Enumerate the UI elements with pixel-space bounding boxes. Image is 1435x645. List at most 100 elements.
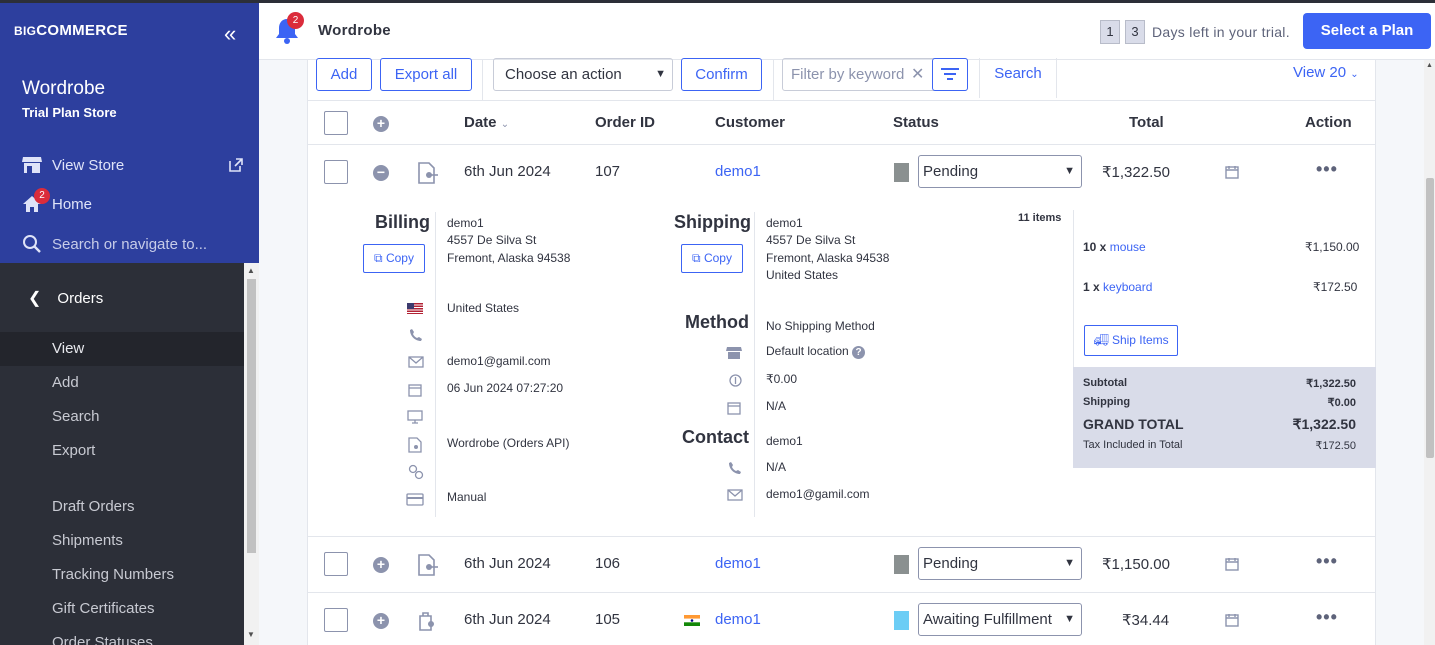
order-details-panel: Billing ⧉ Copy demo1 4557 De Silva St Fr… <box>308 200 1376 537</box>
bigcommerce-logo[interactable]: BIGCOMMERCE <box>14 22 128 39</box>
contact-phone: N/A <box>766 460 787 474</box>
main-scroll-thumb[interactable] <box>1426 178 1434 458</box>
details-divider <box>435 212 436 517</box>
sidebar-item-add[interactable]: Add <box>0 366 244 400</box>
sidebar-item-draft-orders[interactable]: Draft Orders <box>0 490 244 524</box>
table-header-row: + Date ⌄ Order ID Customer Status Total … <box>308 101 1375 145</box>
scroll-down-arrow-icon[interactable]: ▼ <box>247 630 255 639</box>
external-link-icon[interactable] <box>229 158 243 172</box>
filter-keyword-input[interactable]: Filter by keyword ✕ <box>782 58 968 91</box>
contact-email-link[interactable]: demo1@gamil.com <box>766 486 870 503</box>
copy-shipping-button[interactable]: ⧉ Copy <box>681 244 743 273</box>
sidebar-scroll-thumb[interactable] <box>247 279 256 553</box>
expand-row-icon[interactable]: + <box>373 613 389 629</box>
select-plan-button[interactable]: Select a Plan <box>1303 13 1431 49</box>
line-item: 10 x mouse <box>1083 240 1146 254</box>
clear-icon[interactable]: ✕ <box>911 59 924 90</box>
customer-link[interactable]: demo1 <box>715 163 761 180</box>
product-link[interactable]: mouse <box>1110 240 1146 254</box>
customer-link[interactable]: demo1 <box>715 611 761 628</box>
row-checkbox[interactable] <box>324 160 348 184</box>
contact-heading: Contact <box>682 427 749 447</box>
calendar-icon[interactable] <box>1225 557 1239 571</box>
date-column-header[interactable]: Date ⌄ <box>464 114 509 131</box>
search-navigate-input[interactable]: Search or navigate to... <box>22 234 207 254</box>
items-divider <box>1073 210 1074 367</box>
orders-section-back[interactable]: ❮ Orders <box>0 277 244 319</box>
customer-link[interactable]: demo1 <box>715 555 761 572</box>
expand-row-icon[interactable]: + <box>373 557 389 573</box>
link-icon <box>408 464 424 480</box>
chevron-down-icon: ▼ <box>655 68 666 80</box>
money-icon <box>729 374 742 387</box>
select-all-checkbox[interactable] <box>324 111 348 135</box>
table-row: − 6th Jun 2024 107 demo1 Pending ▼ ₹1,32… <box>308 145 1375 201</box>
trial-digit: 1 <box>1100 20 1120 44</box>
sidebar-item-shipments[interactable]: Shipments <box>0 524 244 558</box>
home-link[interactable]: Home <box>22 195 92 213</box>
chevron-down-icon: ⌄ <box>1350 69 1359 80</box>
sidebar-item-export[interactable]: Export <box>0 434 244 468</box>
table-row: + 6th Jun 2024 105 demo1 Awaiting Fulfil… <box>308 593 1375 645</box>
expand-all-icon[interactable]: + <box>373 116 389 132</box>
trial-text: Days left in your trial. <box>1152 24 1290 40</box>
sidebar-scrollbar[interactable]: ▲ ▼ <box>244 263 259 645</box>
row-actions-menu-icon[interactable]: ••• <box>1316 551 1338 572</box>
trial-digit: 3 <box>1125 20 1145 44</box>
status-column-header: Status <box>893 114 939 131</box>
view-store-link[interactable]: View Store <box>22 156 124 174</box>
billing-country: United States <box>447 301 520 315</box>
help-icon[interactable]: ? <box>852 346 866 359</box>
order-status-select[interactable]: Pending ▼ <box>918 547 1082 580</box>
calendar-icon[interactable] <box>1225 613 1239 627</box>
details-divider <box>754 212 755 517</box>
order-summary: Subtotal ₹1,322.50 Shipping ₹0.00 GRAND TO… <box>1073 367 1376 468</box>
filter-button[interactable] <box>932 58 968 91</box>
shipping-date: N/A <box>766 399 787 413</box>
collapse-row-icon[interactable]: − <box>373 165 389 181</box>
scroll-up-arrow-icon[interactable]: ▲ <box>247 266 255 275</box>
email-icon <box>727 489 743 501</box>
shipping-location: Default location ? <box>766 343 866 360</box>
store-location-icon <box>726 347 742 359</box>
sidebar-item-tracking-numbers[interactable]: Tracking Numbers <box>0 558 244 592</box>
sidebar-item-view[interactable]: View <box>0 332 244 366</box>
toolbar-divider <box>482 60 483 100</box>
add-order-button[interactable]: Add <box>316 58 372 91</box>
total-column-header: Total <box>1129 114 1164 131</box>
calendar-icon[interactable] <box>1225 165 1239 179</box>
main-scrollbar[interactable]: ▲ <box>1424 60 1435 645</box>
copy-billing-button[interactable]: ⧉ Copy <box>363 244 425 273</box>
sidebar-item-search[interactable]: Search <box>0 400 244 434</box>
row-actions-menu-icon[interactable]: ••• <box>1316 607 1338 628</box>
method-heading: Method <box>685 312 749 332</box>
order-id-column-header: Order ID <box>595 114 656 131</box>
status-color-swatch <box>894 163 909 182</box>
row-checkbox[interactable] <box>324 552 348 576</box>
bulk-action-select[interactable]: Choose an action ▼ <box>493 58 673 91</box>
shipping-country: United States <box>766 268 839 282</box>
grand-total-row: GRAND TOTAL ₹1,322.50 <box>1083 416 1356 432</box>
row-checkbox[interactable] <box>324 608 348 632</box>
shipping-method: No Shipping Method <box>766 319 875 333</box>
search-button[interactable]: Search <box>979 58 1057 98</box>
order-status-select[interactable]: Awaiting Fulfillment ▼ <box>918 603 1082 636</box>
subtotal-row: Subtotal ₹1,322.50 <box>1083 377 1356 390</box>
view-per-page-select[interactable]: View 20 ⌄ <box>1293 64 1359 81</box>
sidebar-item-gift-certificates[interactable]: Gift Certificates <box>0 592 244 626</box>
order-id: 105 <box>595 611 621 628</box>
scroll-up-arrow-icon[interactable]: ▲ <box>1426 62 1433 69</box>
confirm-button[interactable]: Confirm <box>681 58 762 91</box>
product-link[interactable]: keyboard <box>1103 280 1152 294</box>
order-status-select[interactable]: Pending ▼ <box>918 155 1082 188</box>
export-all-button[interactable]: Export all <box>380 58 472 91</box>
billing-email-link[interactable]: demo1@gamil.com <box>447 353 551 370</box>
sidebar-item-order-statuses[interactable]: Order Statuses <box>0 626 244 645</box>
row-actions-menu-icon[interactable]: ••• <box>1316 159 1338 180</box>
shipping-name: demo1 <box>766 216 803 230</box>
collapse-sidebar-icon[interactable]: « <box>224 23 236 45</box>
order-bag-icon <box>419 612 434 631</box>
billing-payment-method: Manual <box>447 490 487 504</box>
phone-icon <box>729 462 741 474</box>
ship-items-button[interactable]: 🚚︎ Ship Items <box>1084 325 1178 356</box>
